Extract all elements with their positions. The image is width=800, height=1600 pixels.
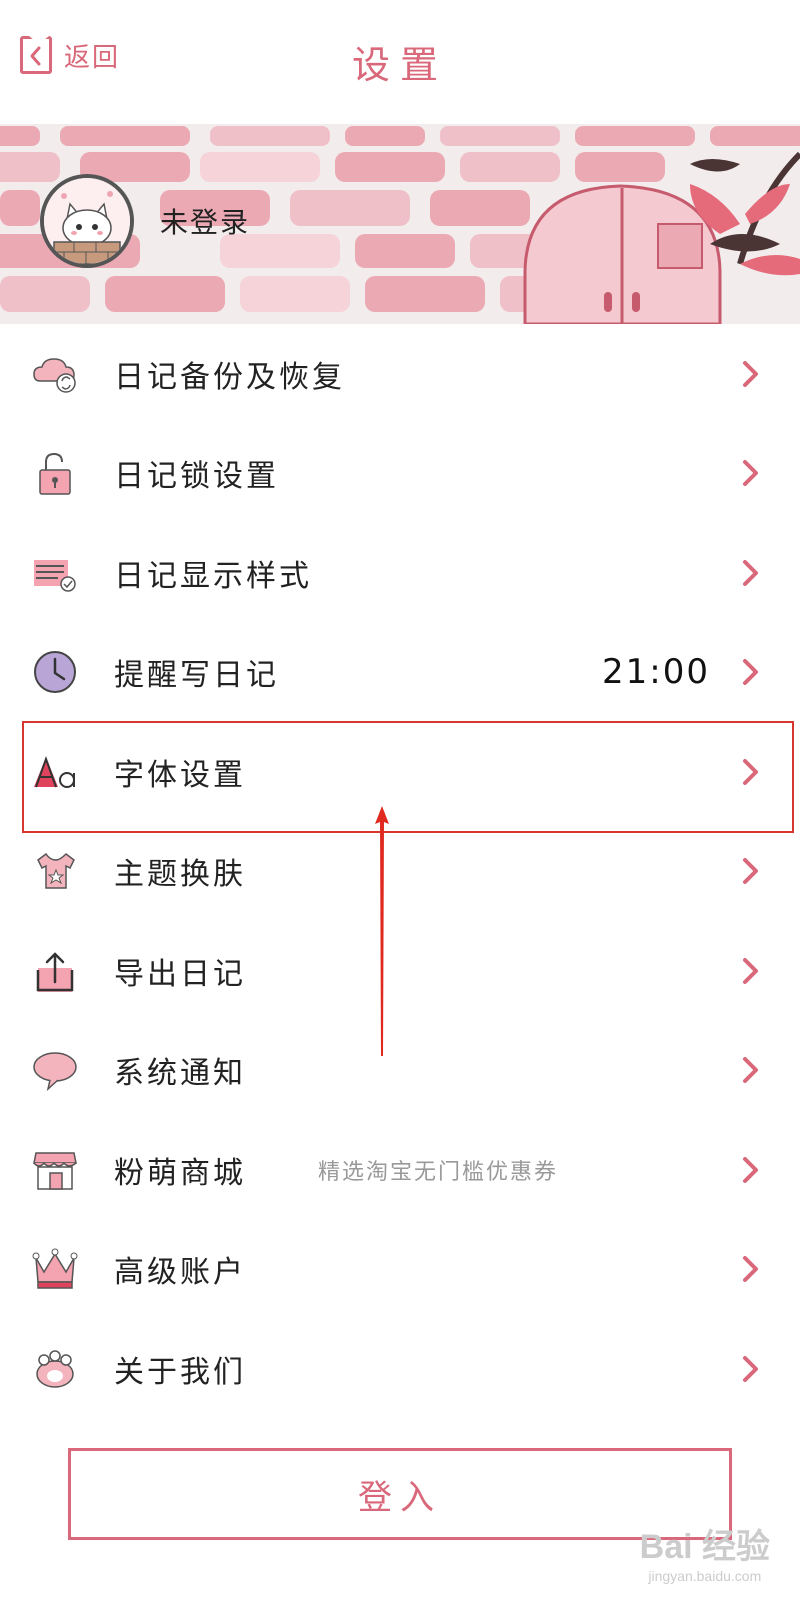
shop-subtitle: 精选淘宝无门槛优惠券 [318, 1159, 559, 1185]
menu-item-label: 日记备份及恢复 [114, 359, 345, 395]
chevron-right-icon [743, 1355, 758, 1382]
profile-banner: 未登录 [0, 124, 800, 324]
export-icon [36, 951, 74, 992]
menu-item-label: 日记显示样式 [114, 558, 312, 594]
menu-item-reminder[interactable]: 提醒写日记 21:00 [0, 623, 800, 723]
menu-item-diary-lock[interactable]: 日记锁设置 [0, 424, 800, 524]
menu-item-label: 高级账户 [114, 1255, 246, 1291]
menu-item-theme[interactable]: 主题换肤 [0, 822, 800, 922]
username-label[interactable]: 未登录 [160, 201, 250, 241]
menu-item-label: 主题换肤 [114, 857, 246, 893]
chat-bubble-icon [33, 1052, 77, 1092]
menu-item-export[interactable]: 导出日记 [0, 921, 800, 1021]
watermark-main: Bai 经验 [639, 1528, 770, 1566]
menu-item-premium[interactable]: 高级账户 [0, 1220, 800, 1320]
reminder-time: 21:00 [602, 652, 710, 693]
chevron-right-icon [743, 1256, 758, 1283]
chevron-right-icon [743, 659, 758, 686]
watermark-sub: jingyan.baidu.com [648, 1568, 762, 1584]
chevron-right-icon [743, 957, 758, 984]
cat-avatar-icon [44, 178, 130, 264]
watermark: Bai 经验 jingyan.baidu.com [640, 1519, 770, 1584]
login-button[interactable]: 登入 [68, 1448, 732, 1540]
menu-item-notifications[interactable]: 系统通知 [0, 1021, 800, 1121]
page-title: 设置 [351, 43, 448, 87]
cloud-sync-icon [33, 357, 76, 393]
login-button-label: 登入 [358, 1477, 442, 1518]
menu-item-about[interactable]: 关于我们 [0, 1319, 800, 1419]
chevron-right-icon [743, 460, 758, 487]
tshirt-icon [37, 853, 75, 889]
chevron-right-icon [743, 1057, 758, 1084]
annotation-arrow-icon [375, 806, 389, 1056]
shop-icon [33, 1152, 77, 1190]
settings-menu: 日记备份及恢复 日记锁设置 日记显示样式 提醒写日记 21:00 字体设置 主题… [0, 324, 800, 1419]
menu-item-display-style[interactable]: 日记显示样式 [0, 523, 800, 623]
chevron-right-icon [743, 1156, 758, 1183]
list-style-icon [34, 559, 76, 592]
profile-area[interactable]: 未登录 [40, 174, 250, 268]
lock-icon [39, 453, 71, 495]
menu-item-label: 日记锁设置 [114, 459, 279, 495]
avatar[interactable] [40, 174, 134, 268]
paw-icon [36, 1350, 74, 1388]
chevron-right-icon [743, 559, 758, 586]
top-bar: 返回 设置 [0, 0, 800, 124]
chevron-right-icon [743, 360, 758, 387]
menu-item-label: 粉萌商城 [114, 1155, 246, 1191]
clock-icon [34, 651, 76, 694]
menu-item-label: 提醒写日记 [114, 658, 279, 694]
menu-item-shop[interactable]: 粉萌商城 精选淘宝无门槛优惠券 [0, 1120, 800, 1220]
highlight-box [22, 721, 794, 833]
chevron-right-icon [743, 858, 758, 885]
menu-item-backup-restore[interactable]: 日记备份及恢复 [0, 324, 800, 424]
menu-item-label: 系统通知 [114, 1056, 246, 1092]
menu-item-label: 关于我们 [114, 1354, 246, 1390]
menu-item-label: 导出日记 [114, 956, 246, 992]
crown-icon [32, 1248, 78, 1289]
